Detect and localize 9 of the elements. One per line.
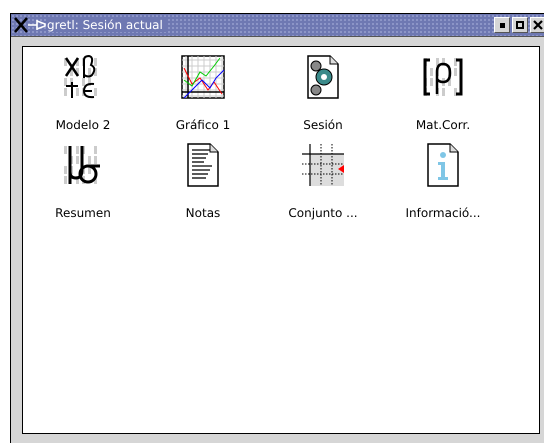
icon-label[interactable]: Conjunto ... [288,206,358,220]
icon-label[interactable]: Modelo 2 [56,118,110,132]
window-title: gretl: Sesión actual [47,18,167,32]
icon-label[interactable]: Notas [186,206,220,220]
icon-label[interactable]: Gráfico 1 [176,118,230,132]
icon-label[interactable]: Resumen [55,206,111,220]
icon-label[interactable]: Mat.Corr. [416,118,470,132]
icon-label[interactable]: Informació... [406,206,480,220]
icon-label[interactable]: Sesión [303,118,343,132]
